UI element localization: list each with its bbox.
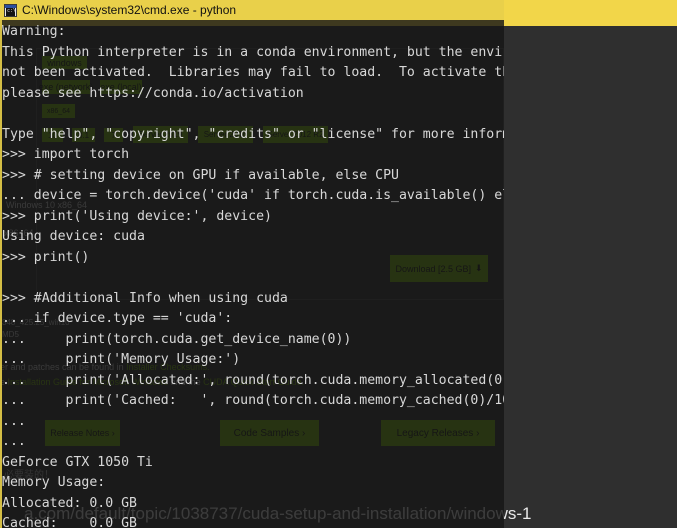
terminal-line: >>> print() <box>2 249 90 265</box>
terminal-line: ... print('Memory Usage:') <box>2 352 241 367</box>
terminal-line: Using device: cuda <box>2 229 145 244</box>
terminal-line: Type "help", "copyright", "credits" or "… <box>2 126 504 142</box>
terminal-line: ... print(torch.cuda.get_device_name(0)) <box>2 331 352 347</box>
terminal-output: Warning: This Python interpreter is in a … <box>2 22 504 528</box>
terminal-line: This Python interpreter is in a conda en… <box>2 44 504 60</box>
terminal-line: ... print('Allocated:', round(torch.cuda… <box>2 372 504 388</box>
terminal-line: >>> import torch <box>2 147 130 162</box>
cmd-title-bar[interactable]: c:\_ C:\Windows\system32\cmd.exe - pytho… <box>0 0 504 20</box>
cmd-icon-prompt-glyph: c:\_ <box>6 7 15 16</box>
cmd-window-title: C:\Windows\system32\cmd.exe - python <box>22 3 237 17</box>
terminal-line: Warning: <box>2 24 66 39</box>
terminal-viewport[interactable]: Warning: This Python interpreter is in a … <box>0 20 504 528</box>
cmd-window[interactable]: c:\_ C:\Windows\system32\cmd.exe - pytho… <box>0 0 504 528</box>
terminal-line: ... <box>2 434 26 449</box>
terminal-line: ... if device.type == 'cuda': <box>2 311 233 326</box>
cmd-console-icon: c:\_ <box>4 3 17 17</box>
terminal-line: GeForce GTX 1050 Ti <box>2 454 153 470</box>
terminal-line: ... device = torch.device('cuda' if torc… <box>2 188 504 203</box>
terminal-line: please see https://conda.io/activation <box>2 85 304 101</box>
terminal-line: ... <box>2 413 26 429</box>
terminal-line: Allocated: 0.0 GB <box>2 495 137 511</box>
terminal-line: >>> print('Using device:', device) <box>2 208 272 224</box>
terminal-line: >>> #Additional Info when using cuda <box>2 290 288 306</box>
terminal-line: >>> # setting device on GPU if available… <box>2 167 399 183</box>
terminal-line: Memory Usage: <box>2 475 106 490</box>
terminal-line: not been activated. Libraries may fail t… <box>2 65 504 80</box>
terminal-line: ... print('Cached: ', round(torch.cuda.m… <box>2 393 504 408</box>
terminal-line: Cached: 0.0 GB <box>2 516 137 528</box>
